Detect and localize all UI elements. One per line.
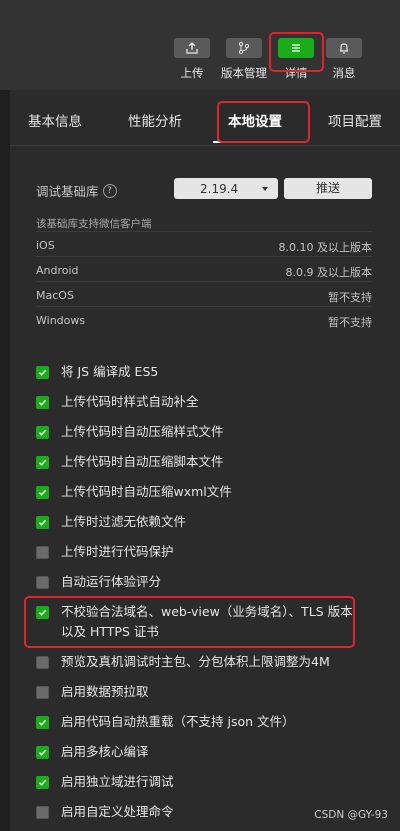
platform-row-macos: MacOS 暂不支持 [36,281,372,307]
tab-project-config[interactable]: 项目配置 [328,110,382,130]
checkbox[interactable] [36,486,49,499]
chevron-down-icon [262,186,268,191]
option-independent-domain[interactable]: 启用独立域进行调试 [36,774,174,792]
option-filter-unused[interactable]: 上传时过滤无依赖文件 [36,514,186,532]
version-value: 2.19.4 [200,181,239,196]
platform-row-ios: iOS 8.0.10 及以上版本 [36,231,372,257]
option-multicore-compile[interactable]: 启用多核心编译 [36,744,149,762]
base-library-label: 调试基础库 ? [36,181,117,200]
platform-row-windows: Windows 暂不支持 [36,306,372,332]
tab-basic-info[interactable]: 基本信息 [28,110,82,130]
menu-icon [278,38,314,58]
checkbox[interactable] [36,366,49,379]
tab-performance[interactable]: 性能分析 [128,110,182,130]
checkbox[interactable] [36,456,49,469]
option-custom-command[interactable]: 启用自定义处理命令 [36,804,174,822]
checkbox[interactable] [36,396,49,409]
version-management-label: 版本管理 [221,66,267,80]
checkbox[interactable] [36,806,49,819]
upload-icon [174,38,210,58]
upload-label: 上传 [180,66,204,80]
option-minify-style[interactable]: 上传代码时自动压缩样式文件 [36,424,224,442]
checkbox[interactable] [36,576,49,589]
checkbox[interactable] [36,656,49,669]
version-management-button[interactable]: 版本管理 [218,38,270,81]
top-toolbar: 上传 版本管理 详情 消息 [0,0,400,90]
option-auto-score[interactable]: 自动运行体验评分 [36,574,161,592]
option-size-limit-4m[interactable]: 预览及真机调试时主包、分包体积上限调整为4M [36,654,330,672]
push-button[interactable]: 推送 [284,178,372,199]
option-hot-reload[interactable]: 启用代码自动热重载（不支持 json 文件） [36,714,295,732]
option-compile-es5[interactable]: 将 JS 编译成 ES5 [36,364,158,382]
option-style-autocomplete[interactable]: 上传代码时样式自动补全 [36,394,199,412]
active-tab-indicator [213,141,301,143]
checkbox[interactable] [36,686,49,699]
checkbox[interactable] [36,546,49,559]
checkbox[interactable] [36,716,49,729]
checkbox[interactable] [36,606,49,619]
bell-icon [326,38,362,58]
checkbox[interactable] [36,426,49,439]
option-minify-script[interactable]: 上传代码时自动压缩脚本文件 [36,454,224,472]
checkbox[interactable] [36,746,49,759]
upload-button[interactable]: 上传 [166,38,218,81]
tab-local-settings[interactable]: 本地设置 [228,110,282,130]
left-panel-edge [0,90,10,831]
details-label: 详情 [284,66,308,80]
platform-row-android: Android 8.0.9 及以上版本 [36,256,372,282]
option-skip-domain-check[interactable]: 不校验合法域名、web-view（业务域名）、TLS 版本以及 HTTPS 证书 [36,604,361,642]
option-data-prefetch[interactable]: 启用数据预拉取 [36,684,149,702]
help-icon[interactable]: ? [102,183,117,198]
branch-icon [226,38,262,58]
messages-button[interactable]: 消息 [318,38,370,81]
base-library-version-select[interactable]: 2.19.4 [174,178,278,199]
checkbox[interactable] [36,516,49,529]
option-minify-wxml[interactable]: 上传代码时自动压缩wxml文件 [36,484,232,502]
option-code-protect[interactable]: 上传时进行代码保护 [36,544,174,562]
messages-label: 消息 [332,66,356,80]
settings-tabs: 基本信息 性能分析 本地设置 项目配置 [10,90,400,146]
details-button[interactable]: 详情 [270,38,322,81]
support-note: 该基础库支持微信客户端 [36,218,152,230]
watermark: CSDN @GY-93 [314,809,388,821]
checkbox[interactable] [36,776,49,789]
